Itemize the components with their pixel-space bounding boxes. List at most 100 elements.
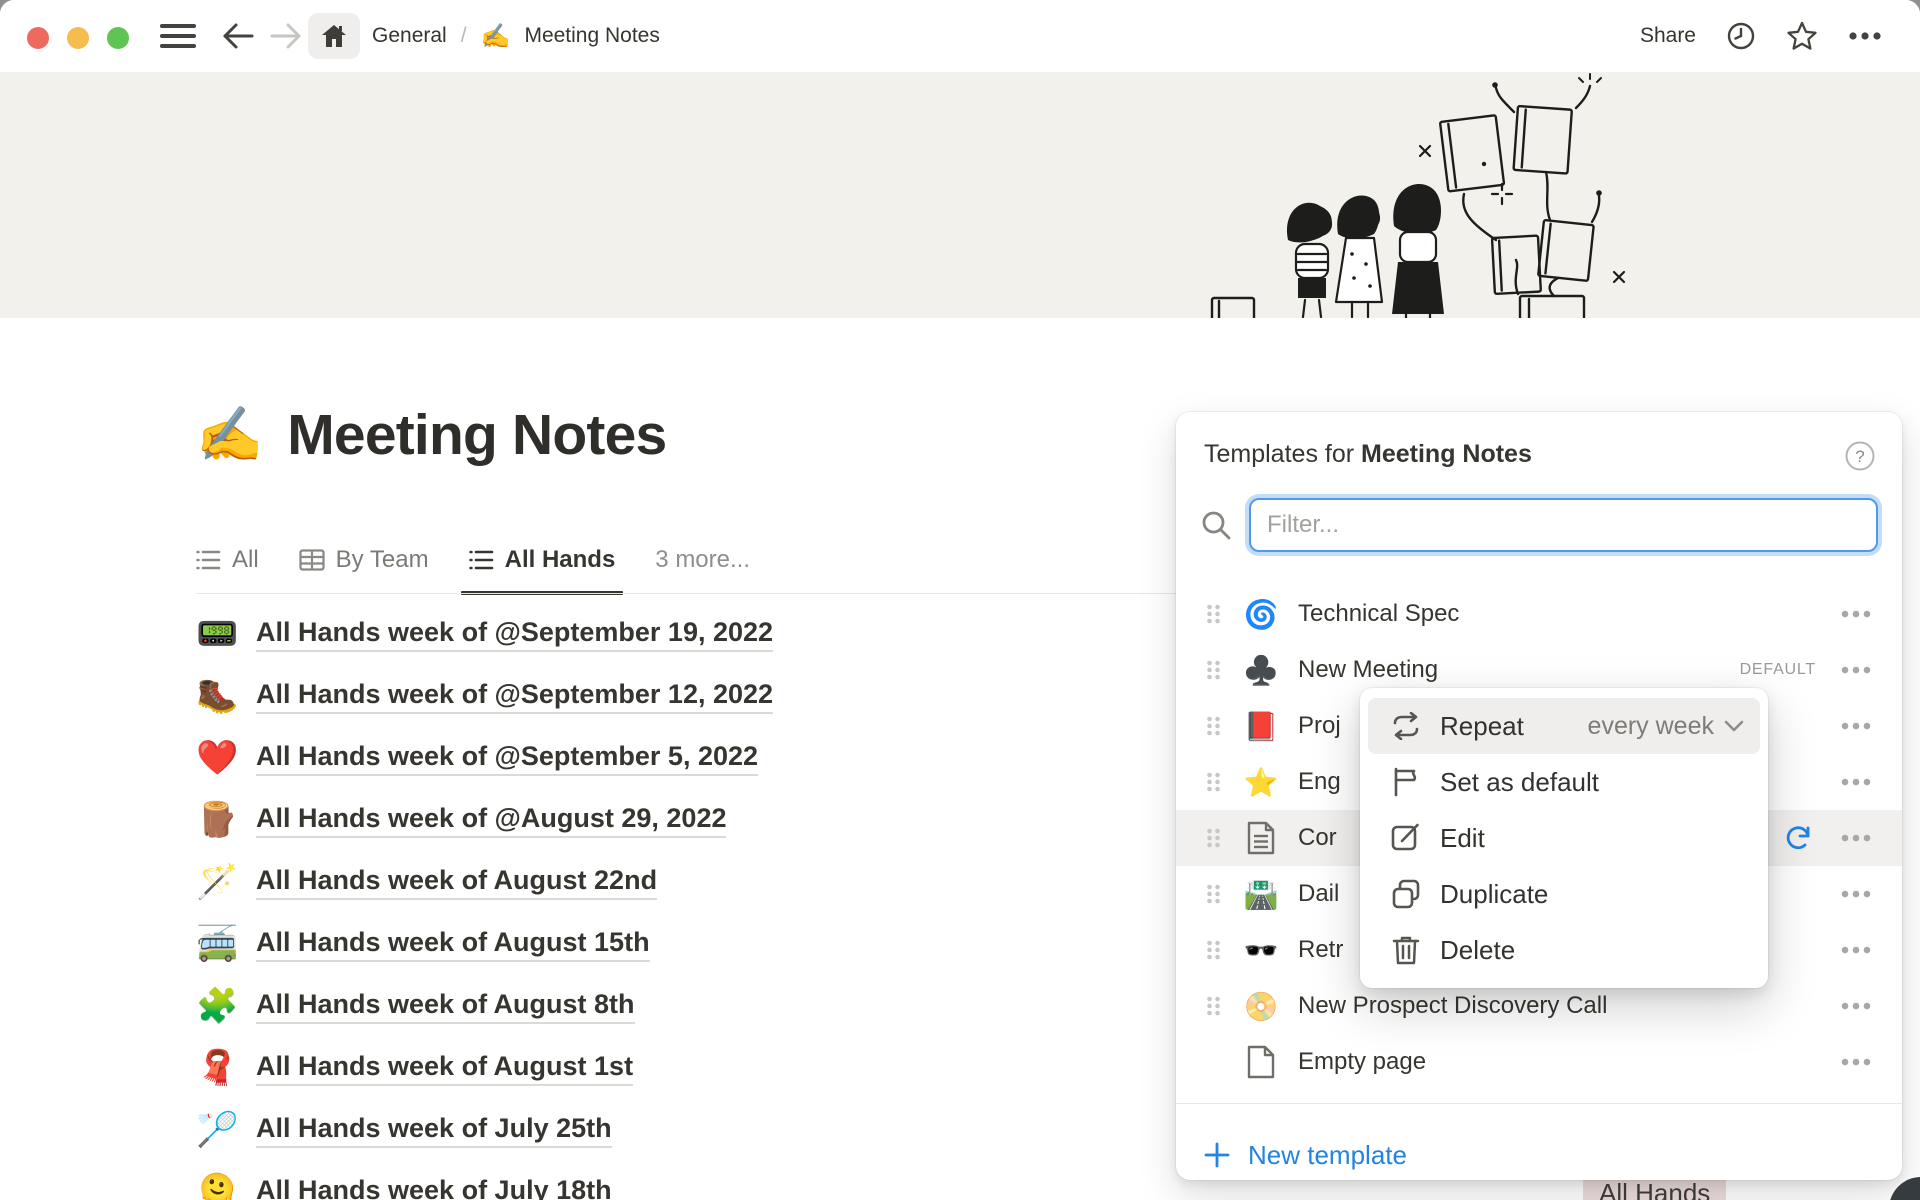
- corner-widget[interactable]: [1889, 1177, 1920, 1200]
- tab-label: By Team: [336, 546, 429, 574]
- template-options-icon[interactable]: [1838, 834, 1874, 842]
- table-row[interactable]: 🚎All Hands week of August 15th: [196, 913, 1156, 975]
- table-view-icon: [299, 549, 325, 571]
- menu-item-edit[interactable]: Edit: [1368, 810, 1760, 866]
- breadcrumb-separator: /: [461, 24, 467, 48]
- ellipsis-icon[interactable]: [1848, 31, 1882, 41]
- page-title-emoji-icon[interactable]: ✍️: [196, 408, 263, 462]
- row-title[interactable]: All Hands week of July 25th: [256, 1113, 612, 1148]
- page-cover-banner[interactable]: [0, 72, 1920, 318]
- table-row[interactable]: 📟All Hands week of @September 19, 2022: [196, 603, 1156, 665]
- drag-handle-icon[interactable]: [1206, 603, 1222, 625]
- table-row[interactable]: 🪵All Hands week of @August 29, 2022: [196, 789, 1156, 851]
- drag-handle-icon[interactable]: [1206, 715, 1222, 737]
- hamburger-icon[interactable]: [156, 0, 200, 72]
- zoom-window-button[interactable]: [107, 27, 129, 49]
- template-options-icon[interactable]: [1838, 778, 1874, 786]
- menu-label: Repeat: [1440, 711, 1588, 742]
- menu-label: Duplicate: [1440, 879, 1744, 910]
- table-row[interactable]: ❤️ All Hands week of @September 5, 2022: [196, 727, 1156, 789]
- template-row-empty-page[interactable]: Empty page: [1176, 1034, 1902, 1090]
- menu-item-repeat[interactable]: Repeat every week: [1368, 698, 1760, 754]
- page-title[interactable]: Meeting Notes: [287, 402, 666, 468]
- tabs-more-button[interactable]: 3 more...: [655, 546, 750, 594]
- new-template-button[interactable]: New template: [1204, 1127, 1407, 1183]
- template-emoji-icon: 🕶️: [1242, 934, 1280, 967]
- flag-icon: [1390, 767, 1422, 797]
- template-emoji-icon: ♣️: [1242, 654, 1280, 687]
- tabs-divider: [196, 593, 1196, 594]
- row-emoji-icon: 🏸: [196, 1110, 236, 1150]
- template-options-icon[interactable]: [1838, 610, 1874, 618]
- menu-label: Edit: [1440, 823, 1744, 854]
- repeat-active-icon: [1782, 822, 1814, 854]
- close-window-button[interactable]: [27, 27, 49, 49]
- banner-illustration: [1202, 72, 1672, 318]
- template-options-icon[interactable]: [1838, 1002, 1874, 1010]
- table-row[interactable]: 🧣All Hands week of August 1st: [196, 1037, 1156, 1099]
- template-label: New Meeting: [1298, 656, 1740, 684]
- drag-handle-icon[interactable]: [1206, 883, 1222, 905]
- template-row-technical-spec[interactable]: 🌀 Technical Spec: [1176, 586, 1902, 642]
- table-row[interactable]: 🫠All Hands week of July 18th: [196, 1161, 1156, 1200]
- template-emoji-icon: ⭐: [1242, 766, 1280, 799]
- drag-handle-icon[interactable]: [1206, 939, 1222, 961]
- template-context-menu: Repeat every week Set as default Edit Du…: [1360, 688, 1768, 988]
- toolbar: General / ✍️ Meeting Notes Share: [0, 0, 1920, 72]
- trash-icon: [1390, 935, 1422, 965]
- row-title[interactable]: All Hands week of July 18th: [256, 1175, 612, 1200]
- edit-icon: [1390, 823, 1422, 853]
- row-title[interactable]: All Hands week of @September 19, 2022: [256, 617, 773, 652]
- repeat-frequency-value[interactable]: every week: [1588, 712, 1714, 741]
- star-icon[interactable]: [1786, 20, 1818, 52]
- menu-item-delete[interactable]: Delete: [1368, 922, 1760, 978]
- tab-all-hands[interactable]: All Hands: [469, 546, 616, 594]
- drag-handle-icon[interactable]: [1206, 771, 1222, 793]
- row-title[interactable]: All Hands week of @September 12, 2022: [256, 679, 773, 714]
- clock-icon[interactable]: [1726, 21, 1756, 51]
- row-emoji-icon: ❤️: [196, 738, 236, 778]
- search-icon: [1200, 509, 1233, 542]
- drag-handle-icon[interactable]: [1206, 659, 1222, 681]
- row-title[interactable]: All Hands week of August 22nd: [256, 865, 657, 900]
- menu-item-duplicate[interactable]: Duplicate: [1368, 866, 1760, 922]
- table-row[interactable]: 🧩 All Hands week of August 8th: [196, 975, 1156, 1037]
- filter-input[interactable]: [1249, 498, 1878, 552]
- chevron-down-icon: [1724, 720, 1744, 732]
- row-emoji-icon: 🧩: [196, 986, 236, 1026]
- share-button[interactable]: Share: [1640, 24, 1696, 48]
- template-options-icon[interactable]: [1838, 1058, 1874, 1066]
- minimize-window-button[interactable]: [67, 27, 89, 49]
- template-emoji-icon: 🌀: [1242, 598, 1280, 631]
- template-emoji-icon: 📀: [1242, 990, 1280, 1023]
- tab-by-team[interactable]: By Team: [299, 546, 429, 594]
- row-title[interactable]: All Hands week of @September 5, 2022: [256, 741, 758, 776]
- template-options-icon[interactable]: [1838, 722, 1874, 730]
- list-view-icon: [196, 549, 221, 571]
- view-tabs-bar: All By Team All Hands 3 more...: [196, 524, 1176, 594]
- table-row[interactable]: 🪄All Hands week of August 22nd: [196, 851, 1156, 913]
- forward-arrow-icon[interactable]: [264, 0, 308, 72]
- back-arrow-icon[interactable]: [216, 0, 260, 72]
- template-options-icon[interactable]: [1838, 890, 1874, 898]
- breadcrumb-page[interactable]: Meeting Notes: [524, 24, 659, 48]
- breadcrumb-section[interactable]: General: [372, 24, 447, 48]
- menu-label: Delete: [1440, 935, 1744, 966]
- default-badge: DEFAULT: [1740, 661, 1816, 679]
- row-title[interactable]: All Hands week of August 8th: [256, 989, 635, 1024]
- template-options-icon[interactable]: [1838, 666, 1874, 674]
- menu-item-set-as-default[interactable]: Set as default: [1368, 754, 1760, 810]
- row-title[interactable]: All Hands week of August 1st: [256, 1051, 633, 1086]
- tab-all[interactable]: All: [196, 546, 259, 594]
- template-options-icon[interactable]: [1838, 946, 1874, 954]
- row-title[interactable]: All Hands week of @August 29, 2022: [256, 803, 726, 838]
- drag-handle-icon[interactable]: [1206, 995, 1222, 1017]
- drag-handle-icon[interactable]: [1206, 827, 1222, 849]
- table-row[interactable]: 🥾All Hands week of @September 12, 2022: [196, 665, 1156, 727]
- table-row[interactable]: 🏸 All Hands week of July 25th: [196, 1099, 1156, 1161]
- template-label: Empty page: [1298, 1048, 1838, 1076]
- question-circle-icon[interactable]: ?: [1844, 440, 1876, 472]
- row-title[interactable]: All Hands week of August 15th: [256, 927, 650, 962]
- home-button[interactable]: [308, 13, 360, 59]
- page-blank-icon: [1242, 1045, 1280, 1079]
